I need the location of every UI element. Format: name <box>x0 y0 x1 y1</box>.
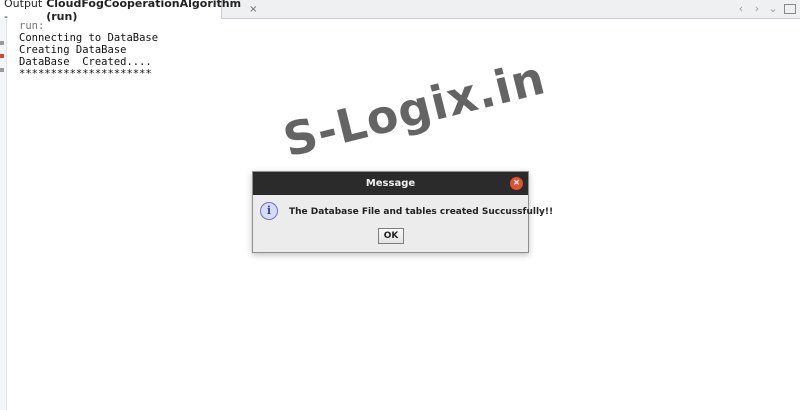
gutter-error-icon <box>0 54 4 58</box>
output-tabbar: Output - CloudFogCooperationAlgorithm (r… <box>0 0 800 23</box>
gutter-mark-icon <box>0 41 4 45</box>
dialog-message: The Database File and tables created Suc… <box>289 207 554 217</box>
dialog-close-icon[interactable]: × <box>510 177 523 190</box>
console-line: Creating DataBase <box>19 44 127 56</box>
console-output: run: Connecting to DataBase Creating DataB… <box>19 20 158 80</box>
gutter-mark-icon <box>0 68 4 72</box>
console-line: DataBase Created.... <box>19 56 152 68</box>
console-line: ********************* <box>19 68 152 80</box>
watermark: S-Logix.in <box>278 50 551 168</box>
console-line: Connecting to DataBase <box>19 32 159 44</box>
tab-navigation: ‹ › ⌄ <box>736 2 796 15</box>
tab-prev-icon[interactable]: ‹ <box>736 2 746 15</box>
console-line: run: <box>19 20 45 32</box>
tab-next-icon[interactable]: › <box>752 2 762 15</box>
message-dialog: Message × i The Database File and tables… <box>252 171 553 253</box>
info-icon: i <box>260 202 278 220</box>
ok-button[interactable]: OK <box>378 228 404 244</box>
tab-menu-icon[interactable]: ⌄ <box>768 2 778 15</box>
dialog-titlebar[interactable]: Message × <box>253 172 528 195</box>
tab-close-icon[interactable]: × <box>249 4 257 15</box>
output-gutter <box>0 19 7 410</box>
dialog-title: Message <box>365 178 416 189</box>
output-tab[interactable]: Output - CloudFogCooperationAlgorithm (r… <box>0 0 257 23</box>
restore-window-icon[interactable] <box>784 4 796 14</box>
